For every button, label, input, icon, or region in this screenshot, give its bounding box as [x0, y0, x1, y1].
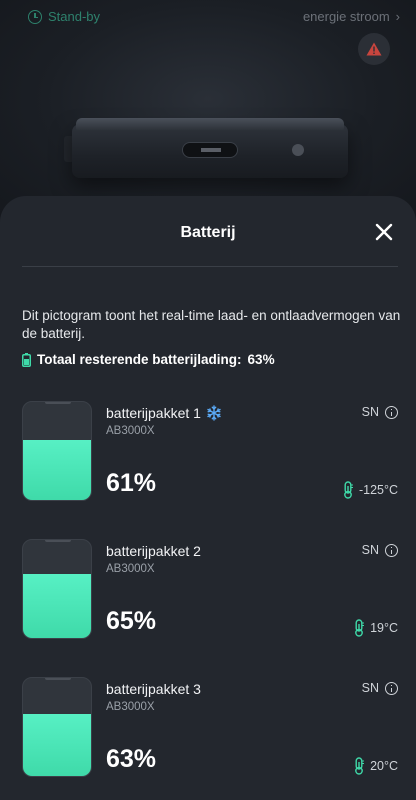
- battery-cell-graphic: [22, 539, 92, 639]
- description-text: Dit pictogram toont het real-time laad- …: [22, 308, 401, 341]
- total-charge-value: 63%: [247, 352, 275, 367]
- pack-name-label: batterijpakket 2: [106, 543, 201, 559]
- thermometer-icon: [355, 619, 365, 637]
- total-charge: Totaal resterende batterijlading: 63%: [22, 352, 275, 367]
- pack-temperature: 20°C: [353, 757, 398, 775]
- device-display: [182, 142, 238, 158]
- sn-label: SN: [361, 405, 379, 419]
- pack-temperature: -125°C: [342, 481, 398, 499]
- battery-pack-1[interactable]: batterijpakket 1 AB3000X 61% SN -125°C: [22, 401, 398, 501]
- energy-link-label: energie stroom: [302, 9, 390, 24]
- warning-button[interactable]: [358, 33, 390, 65]
- pack-name: batterijpakket 2: [106, 543, 201, 559]
- thermometer-icon: [355, 757, 365, 775]
- pack-name-label: batterijpakket 3: [106, 681, 201, 697]
- pack-percent: 63%: [106, 745, 157, 773]
- battery-level-fill: [23, 440, 91, 500]
- snowflake-icon: [207, 405, 221, 421]
- serial-number-info[interactable]: SN: [362, 405, 398, 419]
- sn-label: SN: [361, 681, 379, 695]
- pack-model: AB3000X: [106, 563, 155, 575]
- battery-pack-3[interactable]: batterijpakket 3 AB3000X 63% SN 20°C: [22, 677, 398, 777]
- pack-name: batterijpakket 3: [106, 681, 201, 697]
- serial-number-info[interactable]: SN: [362, 543, 398, 557]
- pack-model: AB3000X: [106, 425, 155, 437]
- battery-level-fill: [23, 574, 91, 638]
- battery-level-fill: [23, 714, 91, 776]
- sn-label: SN: [361, 543, 379, 557]
- divider: [22, 266, 398, 267]
- temperature-value: 19°C: [370, 621, 398, 635]
- pack-percent: 65%: [106, 607, 157, 635]
- info-icon[interactable]: [385, 543, 398, 557]
- total-charge-label: Totaal resterende batterijlading:: [37, 352, 242, 367]
- info-icon[interactable]: [385, 681, 398, 695]
- device-button: [292, 144, 304, 156]
- temperature-value: -125°C: [358, 483, 398, 497]
- pack-model: AB3000X: [106, 701, 155, 713]
- pack-name-label: batterijpakket 1: [106, 405, 201, 421]
- battery-cell-graphic: [22, 401, 92, 501]
- close-icon: [375, 223, 393, 241]
- energy-flow-link[interactable]: energie stroom ›: [303, 9, 400, 24]
- power-station-image: [64, 118, 348, 178]
- battery-pack-2[interactable]: batterijpakket 2 AB3000X 65% SN 19°C: [22, 539, 398, 639]
- device-background: Stand-by energie stroom ›: [0, 0, 416, 220]
- temperature-value: 20°C: [370, 759, 398, 773]
- warning-triangle-icon: [366, 42, 382, 56]
- battery-sheet: Batterij Dit pictogram toont het real-ti…: [0, 196, 416, 800]
- info-icon[interactable]: [385, 405, 398, 419]
- clock-icon: [28, 9, 42, 24]
- battery-icon: [22, 352, 31, 367]
- pack-temperature: 19°C: [353, 619, 398, 637]
- chevron-right-icon: ›: [395, 9, 400, 24]
- sheet-title: Batterij: [180, 224, 236, 241]
- battery-cell-graphic: [22, 677, 92, 777]
- close-button[interactable]: [372, 220, 396, 244]
- status-indicator: Stand-by: [28, 9, 100, 24]
- serial-number-info[interactable]: SN: [362, 681, 398, 695]
- thermometer-icon: [344, 481, 353, 499]
- pack-percent: 61%: [106, 469, 157, 497]
- pack-name: batterijpakket 1: [106, 405, 222, 421]
- status-label: Stand-by: [48, 9, 101, 24]
